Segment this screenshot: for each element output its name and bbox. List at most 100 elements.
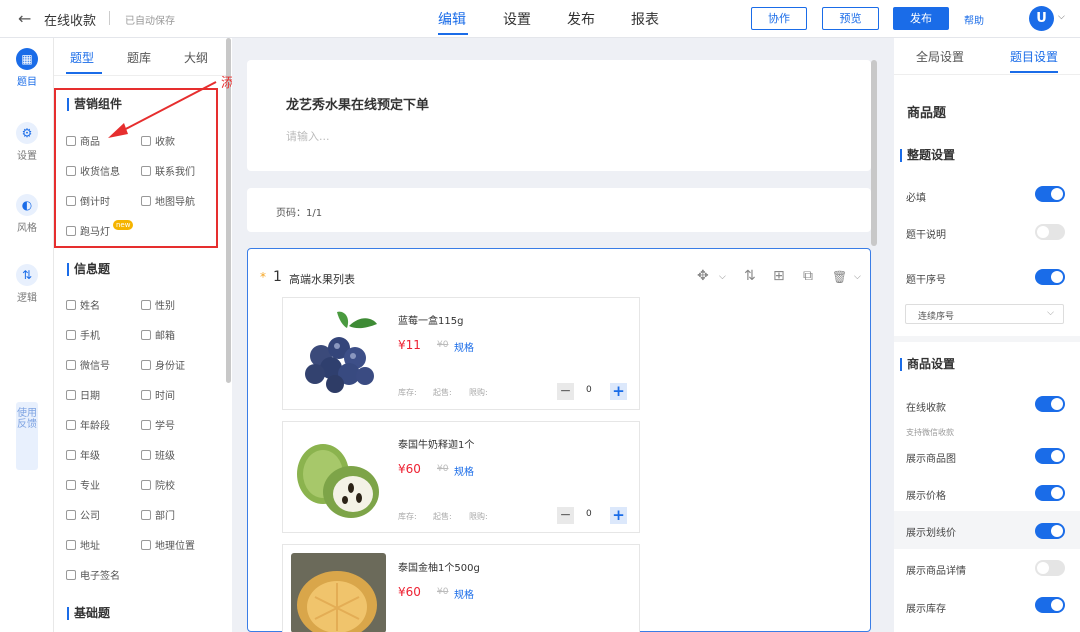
required-toggle[interactable]	[1035, 186, 1065, 202]
canvas-scrollbar[interactable]	[871, 60, 877, 246]
id-icon	[66, 300, 76, 310]
question-title[interactable]: 高端水果列表	[289, 271, 355, 287]
component-major[interactable]: 专业	[66, 477, 100, 492]
show-image-label: 展示商品图	[906, 454, 956, 465]
tab-global-settings[interactable]: 全局设置	[916, 48, 964, 65]
component-signature[interactable]: 电子签名	[66, 567, 120, 582]
component-class[interactable]: 班级	[141, 447, 175, 462]
tab-question-types[interactable]: 题型	[70, 49, 94, 66]
publish-button[interactable]: 发布	[893, 7, 949, 30]
numbering-select[interactable]: 连续序号 ⌵	[905, 304, 1064, 324]
logic-icon[interactable]: ⇅	[744, 268, 756, 284]
show-image-toggle[interactable]	[1035, 448, 1065, 464]
component-idcard[interactable]: 身份证	[141, 357, 185, 372]
component-phone[interactable]: 手机	[66, 327, 100, 342]
help-link[interactable]: 帮助	[964, 12, 984, 27]
description-toggle[interactable]	[1035, 224, 1065, 240]
active-tab-indicator	[66, 72, 102, 74]
component-label: 地址	[80, 541, 100, 552]
quantity-value: 0	[586, 385, 592, 395]
section-basic: 基础题	[67, 607, 110, 620]
spec-link[interactable]: 规格	[454, 586, 474, 601]
component-wechat[interactable]: 微信号	[66, 357, 110, 372]
chevron-down-icon[interactable]: ⌵	[719, 272, 726, 282]
product-card[interactable]: 泰国金柚1个500g ¥60 ¥0 规格	[282, 544, 640, 632]
rail-item-style[interactable]: ◐ 风格	[0, 194, 54, 234]
decrease-button[interactable]: −	[557, 383, 574, 400]
rail-item-logic[interactable]: ⇅ 逻辑	[0, 264, 54, 304]
increase-button[interactable]: +	[610, 383, 627, 400]
min-order-label: 起售:	[433, 512, 452, 521]
component-label: 姓名	[80, 301, 100, 312]
increase-button[interactable]: +	[610, 507, 627, 524]
back-arrow-icon[interactable]: ←	[18, 9, 31, 28]
decrease-button[interactable]: −	[557, 507, 574, 524]
chevron-down-icon[interactable]: ⌵	[854, 272, 861, 282]
preview-button[interactable]: 预览	[822, 7, 879, 30]
form-title[interactable]: 龙艺秀水果在线预定下单	[286, 94, 429, 113]
online-pay-label: 在线收款	[906, 403, 946, 414]
product-card[interactable]: 泰国牛奶释迦1个 ¥60 ¥0 规格 库存: 起售: 限购: − 0 +	[282, 421, 640, 533]
online-pay-toggle[interactable]	[1035, 396, 1065, 412]
component-company[interactable]: 公司	[66, 507, 100, 522]
divider	[894, 74, 1080, 75]
component-date[interactable]: 日期	[66, 387, 100, 402]
product-card[interactable]: 蓝莓一盒115g ¥11 ¥0 规格 库存: 起售: 限购: − 0 +	[282, 297, 640, 410]
component-department[interactable]: 部门	[141, 507, 175, 522]
spec-link[interactable]: 规格	[454, 463, 474, 478]
limit-label: 限购:	[469, 512, 488, 521]
spec-link[interactable]: 规格	[454, 339, 474, 354]
component-email[interactable]: 邮箱	[141, 327, 175, 342]
form-header-card[interactable]	[247, 60, 871, 171]
component-address[interactable]: 地址	[66, 537, 100, 552]
tab-edit[interactable]: 编辑	[438, 9, 466, 29]
building-icon	[66, 510, 76, 520]
rail-item-settings[interactable]: ⚙ 设置	[0, 122, 54, 162]
tab-settings[interactable]: 设置	[503, 9, 531, 29]
component-grade[interactable]: 年级	[66, 447, 100, 462]
component-label: 地理位置	[155, 541, 195, 552]
component-age[interactable]: 年龄段	[66, 417, 110, 432]
show-stock-toggle[interactable]	[1035, 597, 1065, 613]
tab-question-settings[interactable]: 题目设置	[1010, 48, 1058, 65]
component-student-id[interactable]: 学号	[141, 417, 175, 432]
gender-icon	[141, 300, 151, 310]
component-label: 电子签名	[80, 571, 120, 582]
numbering-toggle[interactable]	[1035, 269, 1065, 285]
cake-icon	[66, 420, 76, 430]
show-detail-toggle[interactable]	[1035, 560, 1065, 576]
component-gender[interactable]: 性别	[141, 297, 175, 312]
component-name[interactable]: 姓名	[66, 297, 100, 312]
pomelo-image	[291, 553, 386, 632]
avatar[interactable]: U	[1029, 6, 1054, 31]
wechat-pay-note: 支持微信收款	[906, 428, 954, 437]
component-label: 时间	[155, 391, 175, 402]
show-price-toggle[interactable]	[1035, 485, 1065, 501]
phone-icon	[66, 330, 76, 340]
rail-item-questions[interactable]: ▦ 题目	[0, 48, 54, 88]
move-icon[interactable]: ✥	[697, 268, 709, 284]
trash-icon[interactable]: 🗑	[832, 270, 847, 284]
feedback-button[interactable]: 使用反馈	[16, 402, 38, 470]
chevron-down-icon[interactable]: ⌵	[1058, 12, 1065, 22]
add-icon[interactable]: ⊞	[773, 268, 785, 284]
show-strike-price-toggle[interactable]	[1035, 523, 1065, 539]
section-product-settings: 商品设置	[900, 358, 955, 371]
tab-question-bank[interactable]: 题库	[127, 49, 151, 66]
copy-icon[interactable]: ⧉	[803, 268, 813, 284]
form-description-input[interactable]: 请输入...	[286, 128, 330, 144]
tab-report[interactable]: 报表	[631, 9, 659, 29]
tab-outline[interactable]: 大纲	[184, 49, 208, 66]
top-bar: ← 在线收款 已自动保存 编辑 设置 发布 报表 协作 预览 发布 帮助 U ⌵	[0, 0, 1080, 38]
wechat-icon	[66, 360, 76, 370]
component-location[interactable]: 地理位置	[141, 537, 195, 552]
collab-button[interactable]: 协作	[751, 7, 807, 30]
grade-icon	[66, 450, 76, 460]
original-price: ¥0	[437, 464, 449, 474]
school-icon	[141, 480, 151, 490]
component-school[interactable]: 院校	[141, 477, 175, 492]
component-time[interactable]: 时间	[141, 387, 175, 402]
rail-item-label: 设置	[17, 151, 37, 162]
class-icon	[141, 450, 151, 460]
tab-publish[interactable]: 发布	[567, 9, 595, 29]
